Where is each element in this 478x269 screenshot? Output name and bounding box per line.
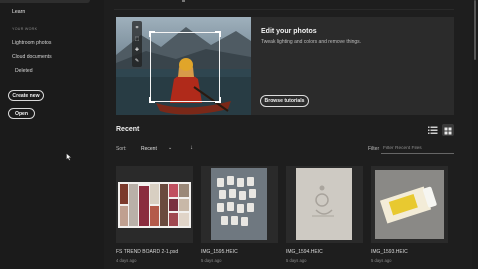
file-card[interactable]: IMG_1595.HEIC 5 days ago [201, 166, 278, 266]
grid-view-button[interactable] [442, 124, 454, 136]
edit-photos-banner: ⌗ ⬚ ✚ ✎ Edit your photos Tweak lighting … [116, 17, 454, 115]
sidebar: Learn YOUR WORK Lightroom photos Cloud d… [0, 0, 104, 269]
sort-label: Sort: [116, 146, 127, 152]
top-divider [114, 9, 454, 10]
heal-icon[interactable]: ✚ [134, 47, 140, 53]
crop-icon[interactable]: ⌗ [134, 25, 140, 31]
file-thumbnail[interactable] [286, 166, 363, 243]
filter-input[interactable] [381, 143, 454, 154]
brush-icon[interactable]: ✎ [134, 58, 140, 64]
file-date: 5 days ago [286, 258, 307, 263]
file-thumbnail[interactable] [201, 166, 278, 243]
file-name: IMG_1594.HEIC [286, 249, 323, 255]
sidebar-item-cloud-documents[interactable]: Cloud documents [12, 54, 52, 60]
recent-heading: Recent [116, 126, 140, 133]
file-date: 5 days ago [201, 258, 222, 263]
banner-title: Edit your photos [261, 28, 317, 35]
sort-select[interactable]: Recent [141, 146, 157, 152]
crop-frame [149, 31, 221, 103]
list-view-icon[interactable] [428, 125, 438, 135]
file-name: IMG_1593.HEIC [371, 249, 408, 255]
filter-label: Filter [368, 146, 380, 152]
file-card[interactable]: IMG_1593.HEIC 5 days ago [371, 166, 448, 266]
tool-strip: ⌗ ⬚ ✚ ✎ [132, 21, 142, 67]
section-label-your-work: YOUR WORK [12, 27, 38, 31]
top-indicator [182, 0, 185, 2]
scrollbar-thumb[interactable] [474, 0, 476, 60]
file-date: 4 days ago [116, 258, 137, 263]
sidebar-item-lightroom-photos[interactable]: Lightroom photos [12, 40, 51, 46]
mouse-cursor-icon [66, 153, 72, 161]
file-name: IMG_1595.HEIC [201, 249, 238, 255]
file-thumbnail[interactable] [116, 166, 193, 243]
sort-direction-arrow-icon[interactable]: ↓ [190, 145, 193, 151]
banner-subtitle: Tweak lighting and colors and remove thi… [261, 39, 362, 45]
browse-tutorials-button[interactable]: Browse tutorials [260, 95, 309, 107]
select-icon[interactable]: ⬚ [134, 36, 140, 42]
sidebar-item-deleted[interactable]: Deleted [15, 68, 33, 74]
sidebar-item-learn[interactable]: Learn [12, 9, 25, 15]
banner-photo: ⌗ ⬚ ✚ ✎ [116, 17, 251, 115]
file-name: FS TREND BOARD 2-1.psd [116, 249, 179, 255]
file-card[interactable]: IMG_1594.HEIC 5 days ago [286, 166, 363, 266]
create-new-button[interactable]: Create new [8, 90, 44, 101]
sidebar-top-tab [0, 0, 90, 3]
grid-view-icon [444, 127, 452, 135]
file-date: 5 days ago [371, 258, 392, 263]
chevron-down-icon[interactable]: ⌄ [168, 145, 172, 151]
file-thumbnail[interactable] [371, 166, 448, 243]
open-button[interactable]: Open [8, 108, 35, 119]
file-card[interactable]: FS TREND BOARD 2-1.psd 4 days ago [116, 166, 193, 266]
